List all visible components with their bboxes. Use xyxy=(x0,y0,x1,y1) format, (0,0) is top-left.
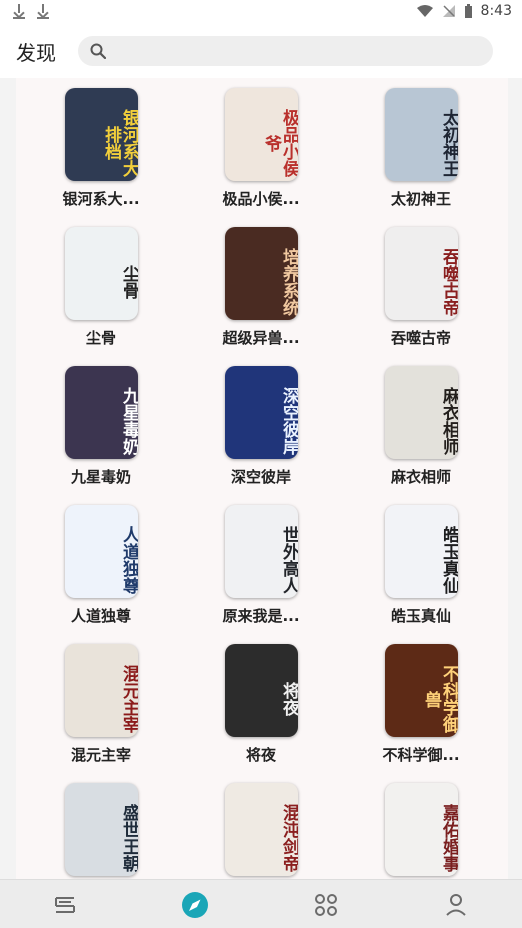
book-item[interactable]: 世外高人原来我是... xyxy=(186,497,336,636)
book-title: 超级异兽... xyxy=(222,329,300,347)
page-title: 发现 xyxy=(16,41,56,65)
book-title: 尘骨 xyxy=(85,329,116,347)
book-item[interactable]: 尘骨 尘骨 xyxy=(26,219,176,358)
book-cover-title: 培养系统 xyxy=(279,248,298,316)
book-title: 极品小侯... xyxy=(222,190,300,208)
book-cover[interactable]: 极品小侯爷 xyxy=(225,88,298,181)
book-item[interactable]: 深空彼岸 深空彼岸 xyxy=(186,358,336,497)
book-cover-title: 极品小侯爷 xyxy=(261,109,298,177)
book-cover[interactable]: 盛世王朝 xyxy=(65,783,138,876)
bottom-nav xyxy=(0,879,522,928)
book-cover-title: 尘骨 xyxy=(119,265,138,299)
search-icon[interactable] xyxy=(90,43,106,59)
book-title: 不科学御... xyxy=(382,746,460,764)
book-title: 混元主宰 xyxy=(70,746,131,764)
book-item[interactable]: 混元主宰 混元主宰 xyxy=(26,636,176,775)
wifi-icon xyxy=(416,5,433,17)
book-item[interactable]: 银河系大排档银河系大... xyxy=(26,80,176,219)
book-cover[interactable]: 不科学御兽 xyxy=(385,644,458,737)
user-icon[interactable] xyxy=(441,890,471,920)
book-cover[interactable]: 将夜 xyxy=(225,644,298,737)
book-title: 人道独尊 xyxy=(70,607,131,625)
book-cover-title: 深空彼岸 xyxy=(279,387,298,455)
book-title: 将夜 xyxy=(245,746,276,764)
book-cover-title: 混元主宰 xyxy=(119,665,138,733)
battery-icon xyxy=(464,3,472,18)
book-cover-title: 混沌剑帝 xyxy=(279,804,298,872)
book-item[interactable]: 九星毒奶 九星毒奶 xyxy=(26,358,176,497)
book-item[interactable]: 将夜 将夜 xyxy=(186,636,336,775)
book-item[interactable]: 人道独尊 人道独尊 xyxy=(26,497,176,636)
book-cover-title: 麻衣相师 xyxy=(439,387,458,455)
book-item[interactable]: 太初神王 太初神王 xyxy=(346,80,496,219)
status-left-icons xyxy=(12,3,50,19)
search-input[interactable] xyxy=(78,36,493,66)
book-title: 麻衣相师 xyxy=(390,468,451,486)
book-cover[interactable]: 麻衣相师 xyxy=(385,366,458,459)
book-cover-title: 嘉佑婚事 xyxy=(439,804,458,872)
book-item[interactable]: 盛世王朝 xyxy=(26,775,176,879)
book-cover-title: 不科学御兽 xyxy=(421,665,458,733)
book-item[interactable]: 麻衣相师 麻衣相师 xyxy=(346,358,496,497)
book-cover-title: 皓玉真仙 xyxy=(439,526,458,594)
book-cover-title: 九星毒奶 xyxy=(119,387,138,455)
book-cover-title: 世外高人 xyxy=(279,526,298,594)
book-item[interactable]: 混沌剑帝 xyxy=(186,775,336,879)
book-cover[interactable]: 深空彼岸 xyxy=(225,366,298,459)
book-cover-title: 吞噬古帝 xyxy=(439,248,458,316)
book-grid-panel: 银河系大排档 银河系大... 极品小侯爷 极品小侯... 太初神王 太初神王 尘骨 尘骨 培养系… xyxy=(16,78,508,879)
book-cover[interactable]: 九星毒奶 xyxy=(65,366,138,459)
book-cover[interactable]: 太初神王 xyxy=(385,88,458,181)
book-item[interactable]: 不科学御兽不科学御... xyxy=(346,636,496,775)
book-title: 太初神王 xyxy=(390,190,451,208)
book-item[interactable]: 吞噬古帝 吞噬古帝 xyxy=(346,219,496,358)
book-cover[interactable]: 吞噬古帝 xyxy=(385,227,458,320)
book-cover-title: 将夜 xyxy=(279,682,298,716)
book-item[interactable]: 皓玉真仙 皓玉真仙 xyxy=(346,497,496,636)
book-title: 吞噬古帝 xyxy=(390,329,451,347)
header: 发现 xyxy=(0,24,522,78)
book-cover[interactable]: 世外高人 xyxy=(225,505,298,598)
book-item[interactable]: 嘉佑婚事 xyxy=(346,775,496,879)
book-title: 银河系大... xyxy=(62,190,140,208)
book-item[interactable]: 极品小侯爷极品小侯... xyxy=(186,80,336,219)
book-cover-title: 盛世王朝 xyxy=(119,804,138,872)
book-title: 九星毒奶 xyxy=(70,468,131,486)
book-item[interactable]: 培养系统超级异兽... xyxy=(186,219,336,358)
book-cover[interactable]: 混元主宰 xyxy=(65,644,138,737)
download-icon xyxy=(36,3,50,19)
compass-icon[interactable] xyxy=(180,890,210,920)
book-cover[interactable]: 银河系大排档 xyxy=(65,88,138,181)
bookshelf-icon[interactable] xyxy=(50,890,80,920)
book-title: 原来我是... xyxy=(222,607,300,625)
book-cover-title: 太初神王 xyxy=(439,109,458,177)
book-cover-title: 银河系大排档 xyxy=(101,109,138,177)
book-cover-title: 人道独尊 xyxy=(119,526,138,594)
book-title: 皓玉真仙 xyxy=(390,607,451,625)
status-bar: 8:43 xyxy=(0,0,522,24)
signal-icon xyxy=(442,5,455,17)
status-right: 8:43 xyxy=(416,3,512,19)
download-icon xyxy=(12,3,26,19)
grid-icon[interactable] xyxy=(311,890,341,920)
book-title: 深空彼岸 xyxy=(230,468,291,486)
status-time: 8:43 xyxy=(480,3,512,19)
book-cover[interactable]: 培养系统 xyxy=(225,227,298,320)
book-cover[interactable]: 人道独尊 xyxy=(65,505,138,598)
book-cover[interactable]: 混沌剑帝 xyxy=(225,783,298,876)
book-cover[interactable]: 嘉佑婚事 xyxy=(385,783,458,876)
book-cover[interactable]: 尘骨 xyxy=(65,227,138,320)
book-cover[interactable]: 皓玉真仙 xyxy=(385,505,458,598)
